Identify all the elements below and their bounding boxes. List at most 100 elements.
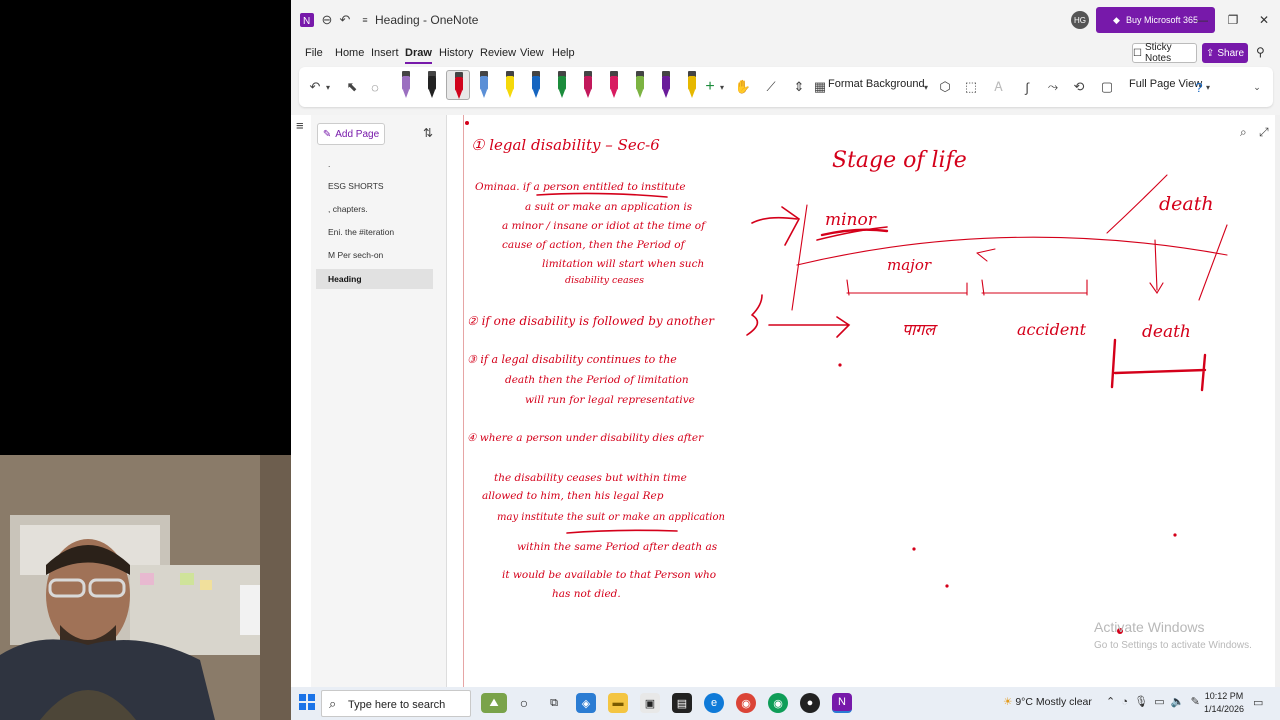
task-view-icon[interactable]: ⧉ [544, 693, 564, 713]
sticky-notes-button[interactable]: ☐ Sticky Notes [1132, 42, 1197, 64]
pen-4-icon[interactable] [477, 70, 491, 100]
file-explorer-icon[interactable]: ▬ [608, 693, 628, 713]
navigation-toggle-icon[interactable]: ≡ [296, 118, 304, 133]
ink-to-shape-icon[interactable]: ⬚ [961, 75, 981, 99]
ink-stage-of-life: Stage of life [832, 148, 967, 173]
weather-widget[interactable]: ☀ 9°C Mostly clear [1003, 696, 1092, 708]
menu-draw[interactable]: Draw [405, 47, 432, 64]
close-icon[interactable]: ✕ [1254, 10, 1274, 30]
edge-icon[interactable]: e [704, 693, 724, 713]
page-item-chapters[interactable]: , chapters. [316, 199, 433, 219]
search-highlight-icon[interactable]: ⛰ [481, 693, 507, 713]
ink-death-down-arrow [1149, 239, 1164, 295]
lasso-icon[interactable]: ◌ [365, 75, 385, 99]
page-item-per-section[interactable]: M Per sech-on [316, 245, 433, 265]
recorder-icon[interactable]: ● [800, 693, 820, 713]
ink-pagal: पागल [902, 320, 938, 339]
page-item-heading[interactable]: Heading [316, 269, 433, 289]
ink-point1-line2: a suit or make an application is [525, 201, 693, 213]
vertical-scrollbar[interactable] [1275, 115, 1280, 687]
format-background-button[interactable]: Format Background [828, 78, 925, 90]
undo-icon[interactable]: ↶ [337, 12, 353, 28]
menu-review[interactable]: Review [480, 47, 516, 59]
chrome-profile-icon[interactable]: ◉ [768, 693, 788, 713]
page-item-iteration[interactable]: Eni. the #iteration [316, 222, 433, 242]
cortana-icon[interactable]: ○ [514, 693, 534, 713]
help-dropdown-icon[interactable]: ▾ [1203, 75, 1213, 99]
microphone-icon[interactable]: 🎙 [1134, 696, 1148, 708]
pen-5-icon[interactable] [503, 70, 517, 100]
webcam-feed-image [0, 455, 291, 720]
battery-icon[interactable]: ▭ [1154, 696, 1164, 708]
avatar[interactable]: HG [1071, 11, 1089, 29]
full-page-view-icon[interactable]: ▢ [1099, 75, 1115, 99]
pen-3-icon[interactable] [446, 70, 470, 100]
menu-file[interactable]: File [305, 47, 323, 59]
collapse-ribbon-icon[interactable]: ⌄ [1249, 75, 1265, 99]
ink-minor: minor [825, 210, 877, 230]
ink-underline-1 [536, 192, 668, 198]
back-icon[interactable]: ⊖ [319, 12, 335, 28]
pen-10-icon[interactable] [633, 70, 647, 100]
replay-icon[interactable]: ⟲ [1069, 75, 1089, 99]
windows-start-icon[interactable] [299, 694, 315, 710]
pen-2-icon[interactable] [425, 70, 439, 100]
menu-view[interactable]: View [520, 47, 544, 59]
search-icon[interactable]: ⌕ [1240, 125, 1247, 140]
ruler-icon[interactable]: ⟋ [761, 75, 781, 99]
insert-space-icon[interactable]: ⇕ [789, 75, 809, 99]
sticky-note-icon: ☐ [1133, 47, 1142, 59]
menu-insert[interactable]: Insert [371, 47, 399, 59]
taskbar-search-placeholder: Type here to search [348, 699, 446, 711]
format-background-icon[interactable]: ▦ [813, 75, 827, 99]
pen-icon[interactable]: ✎ [1191, 696, 1200, 708]
share-button[interactable]: ⇪ Share [1202, 43, 1248, 63]
add-page-button[interactable]: ✎ Add Page [317, 123, 385, 145]
onenote-taskbar-icon[interactable]: N [832, 693, 852, 713]
maximize-icon[interactable]: ❐ [1223, 10, 1243, 30]
ink-to-text-icon[interactable]: Ꭺ [989, 75, 1009, 99]
undo-dropdown-icon[interactable]: ▾ [323, 75, 333, 99]
taskbar-clock[interactable]: 10:12 PM 1/14/2026 [1203, 690, 1245, 716]
pen-8-icon[interactable] [581, 70, 595, 100]
pen-1-icon[interactable] [399, 70, 413, 100]
shapes-icon[interactable]: ⬡ [935, 75, 955, 99]
pen-7-icon[interactable] [555, 70, 569, 100]
notifications-icon[interactable]: ▭ [1253, 696, 1263, 709]
tray-overflow-icon[interactable]: ⌃ [1106, 696, 1115, 708]
pan-hand-icon[interactable]: ✋ [733, 75, 753, 99]
network-icon[interactable]: ◔ [1121, 696, 1128, 708]
pen-9-icon[interactable] [607, 70, 621, 100]
volume-icon[interactable]: 🔈 [1171, 696, 1185, 708]
add-pen-dropdown-icon[interactable]: ▾ [717, 75, 727, 99]
outlook-icon[interactable]: ◈ [576, 693, 596, 713]
store-icon[interactable]: ▣ [640, 693, 660, 713]
ink-to-math-icon[interactable]: ∫ [1017, 75, 1037, 99]
pen-11-icon[interactable] [659, 70, 673, 100]
select-tool-icon[interactable]: ⬉ [342, 75, 362, 99]
ink-replay-icon[interactable]: ⤳ [1043, 75, 1063, 99]
ink-point4-line4: may institute the suit or make an applic… [497, 512, 725, 523]
activate-windows-title: Activate Windows [1094, 619, 1205, 635]
page-item-esg-shorts[interactable]: ESG SHORTS [316, 176, 433, 196]
format-background-dropdown-icon[interactable]: ▾ [921, 75, 931, 99]
chrome-icon[interactable]: ◉ [736, 693, 756, 713]
minimize-icon[interactable]: — [1192, 10, 1212, 30]
menu-history[interactable]: History [439, 47, 473, 59]
undo-icon[interactable]: ↶ [305, 75, 325, 99]
ink-arrow-1 [751, 216, 798, 224]
menu-help[interactable]: Help [552, 47, 575, 59]
ink-death-pointer [1106, 174, 1168, 234]
note-canvas[interactable]: ① legal disability – Sec-6 Ominaa. if a … [446, 115, 1275, 687]
pen-6-icon[interactable] [529, 70, 543, 100]
page-item-dot[interactable]: . [316, 154, 433, 174]
quick-access-dropdown-icon[interactable]: ≡ [357, 12, 373, 28]
taskbar-search-input[interactable]: ⌕ Type here to search [321, 690, 471, 717]
expand-icon[interactable]: ⤢ [1259, 125, 1269, 140]
ink-point1-line5: limitation will start when such [542, 258, 704, 270]
terminal-icon[interactable]: ▤ [672, 693, 692, 713]
sort-icon[interactable]: ⇅ [423, 126, 433, 140]
pin-icon[interactable]: ⚲ [1256, 45, 1265, 59]
pen-12-icon[interactable] [685, 70, 699, 100]
menu-home[interactable]: Home [335, 47, 364, 59]
